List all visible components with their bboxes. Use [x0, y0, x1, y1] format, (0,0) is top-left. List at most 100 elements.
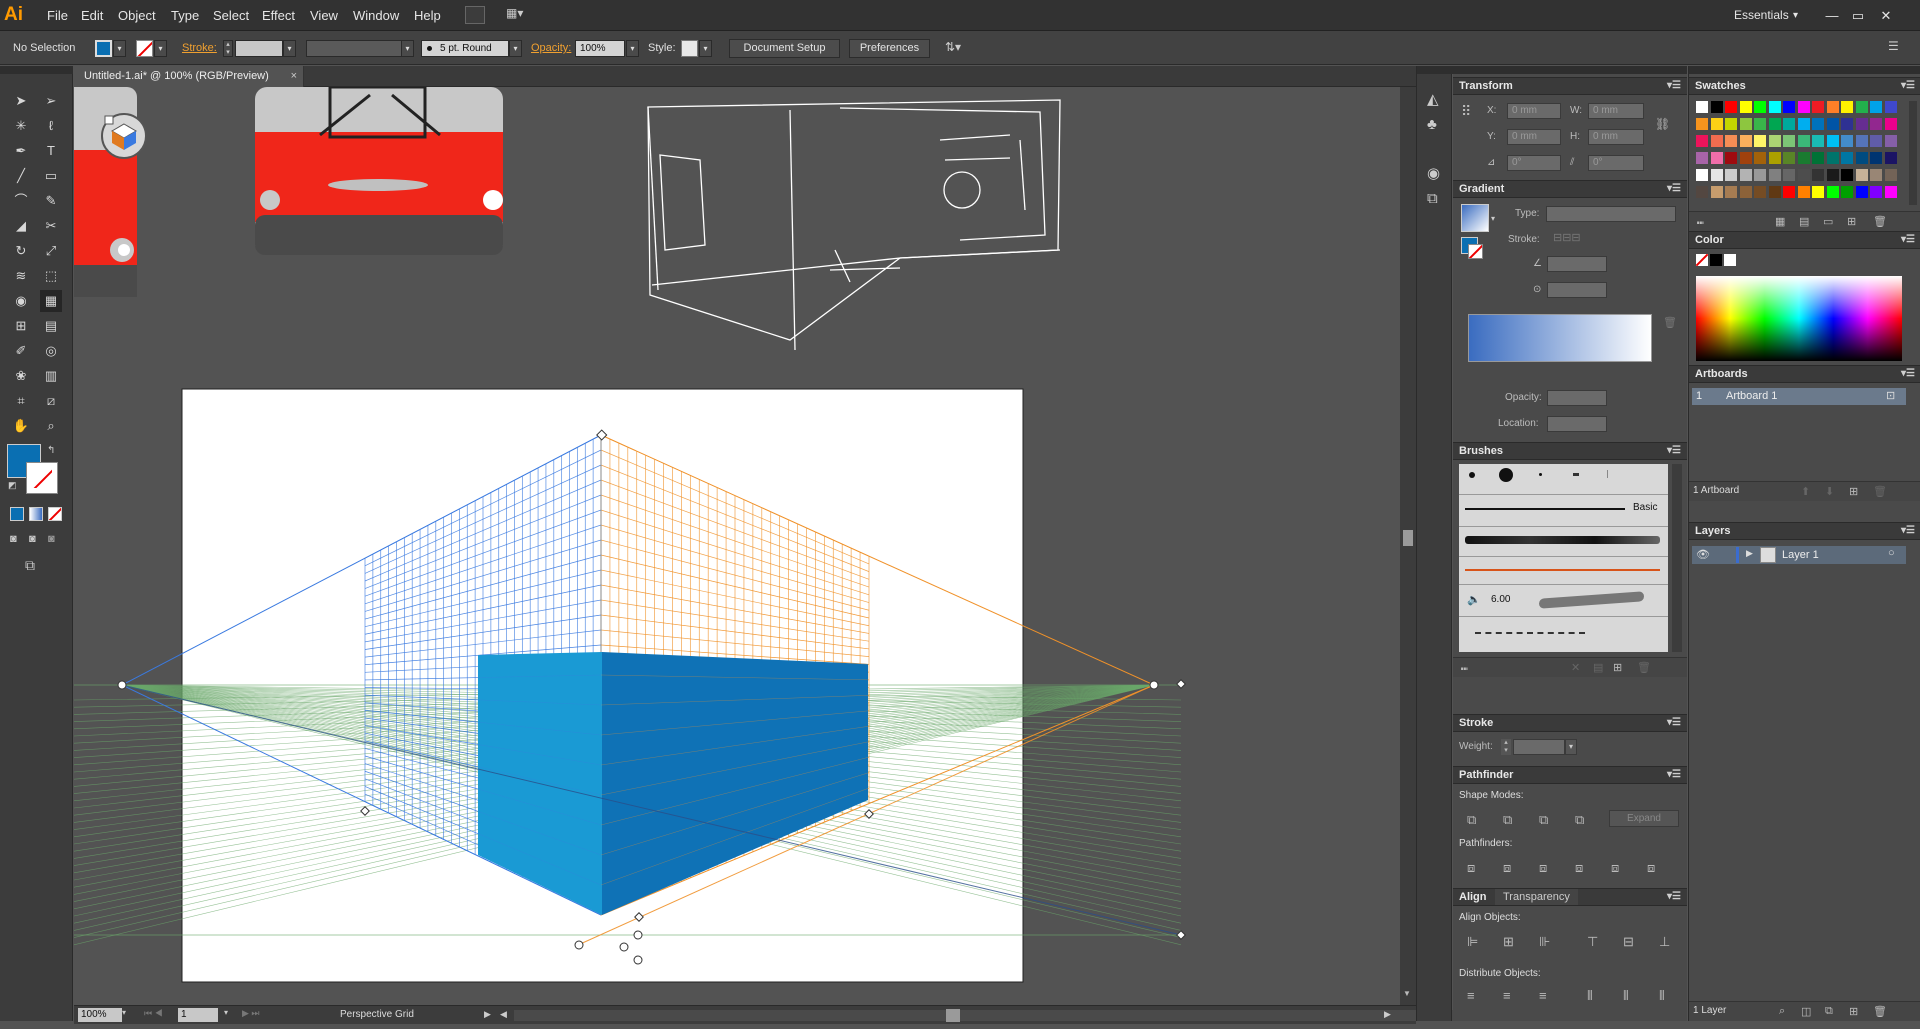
document-setup-button[interactable]: Document Setup	[729, 39, 840, 58]
fill-swatch[interactable]	[95, 40, 112, 57]
panel-column-grip-right[interactable]	[1689, 66, 1920, 74]
swatch-chip[interactable]	[1754, 186, 1766, 198]
swatch-chip[interactable]	[1797, 152, 1810, 164]
arrange-icon[interactable]: ⇅▾	[945, 40, 973, 57]
swatch-chip[interactable]	[1826, 101, 1839, 113]
swatch-chip[interactable]	[1710, 135, 1723, 147]
move-artboard-up-icon[interactable]: ⬆	[1801, 485, 1810, 498]
type-tool-icon[interactable]: T	[40, 140, 62, 162]
perspective-grid-tool-icon[interactable]: ▦	[40, 290, 62, 312]
swatch-chip[interactable]	[1710, 169, 1723, 181]
swatch-chip[interactable]	[1768, 169, 1781, 181]
screen-mode-icon[interactable]: ⧉	[25, 557, 35, 574]
direct-selection-tool-icon[interactable]: ➢	[40, 90, 62, 112]
distribute-horizontal-center-icon[interactable]: ⦀	[1623, 988, 1629, 1004]
new-brush-icon[interactable]: ⊞	[1613, 661, 1622, 674]
new-sublayer-icon[interactable]: ⧉	[1825, 1005, 1833, 1018]
swatch-chip[interactable]	[1812, 152, 1824, 164]
brush-definition[interactable]: 5 pt. Round	[421, 40, 509, 57]
swatch-chip[interactable]	[1826, 152, 1839, 164]
x-field[interactable]: 0 mm	[1507, 103, 1561, 119]
swatch-chip[interactable]	[1841, 118, 1853, 130]
scroll-down-icon[interactable]: ▼	[1403, 989, 1411, 998]
swatch-chip[interactable]	[1870, 169, 1882, 181]
distribute-left-icon[interactable]: ⦀	[1587, 988, 1593, 1004]
swatch-chip[interactable]	[1754, 118, 1766, 130]
swatch-chip[interactable]	[1783, 186, 1795, 198]
line-tool-icon[interactable]: ╱	[10, 165, 32, 187]
free-transform-tool-icon[interactable]: ⬚	[40, 265, 62, 287]
swatch-chip[interactable]	[1826, 186, 1839, 198]
minus-front-icon[interactable]: ⧉	[1503, 812, 1512, 828]
swatch-chip[interactable]	[1826, 169, 1839, 181]
draw-normal-icon[interactable]: ◙	[10, 533, 17, 545]
swatch-chip[interactable]	[1783, 101, 1795, 113]
artboard-row[interactable]: 1 Artboard 1 ⊡	[1692, 388, 1906, 405]
brush-options-icon[interactable]: ▤	[1593, 661, 1603, 674]
minus-back-icon[interactable]: ⧈	[1647, 860, 1655, 876]
swatch-chip[interactable]	[1783, 169, 1795, 181]
swatch-chip[interactable]	[1739, 135, 1752, 147]
layer-row[interactable]: 👁 ▶ Layer 1 ○	[1692, 546, 1906, 564]
swatch-chip[interactable]	[1696, 169, 1708, 181]
swatch-chip[interactable]	[1725, 186, 1737, 198]
swatch-chip[interactable]	[1812, 101, 1824, 113]
swatch-chip[interactable]	[1841, 169, 1853, 181]
none-mode-icon[interactable]	[48, 507, 62, 521]
column-graph-tool-icon[interactable]: ▥	[40, 365, 62, 387]
status-menu-icon[interactable]: ▶	[484, 1009, 491, 1020]
swatch-chip[interactable]	[1710, 101, 1723, 113]
swatch-chip[interactable]	[1696, 152, 1708, 164]
layers-panel-header[interactable]: Layers ▾☰	[1689, 522, 1920, 540]
panel-menu-icon[interactable]: ▾☰	[1667, 715, 1681, 731]
opacity-field[interactable]: 100%	[575, 40, 625, 57]
dock-grip[interactable]	[1417, 66, 1453, 74]
scroll-right-icon[interactable]: ▶	[1384, 1009, 1391, 1020]
document-tab[interactable]: Untitled-1.ai* @ 100% (RGB/Preview) ×	[74, 66, 304, 87]
style-dropdown[interactable]: ▾	[699, 40, 712, 57]
swatch-chip[interactable]	[1768, 118, 1781, 130]
vertical-scroll-thumb[interactable]	[1403, 530, 1413, 546]
basic-brush-stroke[interactable]	[1465, 508, 1625, 510]
brush-calligraphic[interactable]	[1573, 473, 1579, 476]
paintbrush-tool-icon[interactable]: ⌒	[10, 190, 32, 212]
menu-type[interactable]: Type	[171, 0, 199, 31]
h-field[interactable]: 0 mm	[1588, 129, 1644, 145]
new-color-group-icon[interactable]: ▭	[1823, 215, 1833, 228]
swatch-chip[interactable]	[1754, 101, 1766, 113]
graphic-style-swatch[interactable]	[681, 40, 698, 57]
symbols-panel-icon[interactable]: ♣	[1427, 116, 1437, 133]
gradient-preview-dropdown-icon[interactable]: ▾	[1491, 214, 1495, 223]
swatch-chip[interactable]	[1855, 101, 1868, 113]
remove-brush-stroke-icon[interactable]: ✕	[1571, 661, 1580, 674]
swatch-chip[interactable]	[1739, 169, 1752, 181]
symbol-sprayer-tool-icon[interactable]: ❀	[10, 365, 32, 387]
swatch-chip[interactable]	[1783, 135, 1795, 147]
gradient-mode-icon[interactable]	[29, 507, 43, 521]
shear-field[interactable]: 0°	[1588, 155, 1644, 171]
swatch-chip[interactable]	[1797, 169, 1810, 181]
gradient-angle-field[interactable]	[1547, 256, 1607, 272]
swatch-chip[interactable]	[1739, 101, 1752, 113]
swatches-panel-header[interactable]: Swatches ▾☰	[1689, 77, 1920, 95]
blob-brush-tool-icon[interactable]: ◢	[10, 215, 32, 237]
brush-dot-small[interactable]	[1469, 472, 1475, 478]
visibility-eye-icon[interactable]: 👁	[1696, 548, 1710, 561]
opacity-dropdown[interactable]: ▾	[626, 40, 639, 57]
eyedropper-tool-icon[interactable]: ✐	[10, 340, 32, 362]
color-mode-icon[interactable]	[10, 507, 24, 521]
swatch-chip[interactable]	[1812, 118, 1824, 130]
align-horizontal-center-icon[interactable]: ⊞	[1503, 934, 1514, 950]
panel-column-grip[interactable]	[1453, 66, 1687, 74]
slice-tool-icon[interactable]: ⧄	[40, 390, 62, 412]
artboards-panel-header[interactable]: Artboards ▾☰	[1689, 365, 1920, 383]
swatch-chip[interactable]	[1870, 186, 1882, 198]
brush-dot-large[interactable]	[1499, 468, 1513, 482]
w-field[interactable]: 0 mm	[1588, 103, 1644, 119]
align-left-icon[interactable]: ⊫	[1467, 934, 1478, 950]
scale-tool-icon[interactable]: ⤢	[40, 240, 62, 262]
reference-point-icon[interactable]: ⠿	[1461, 103, 1471, 120]
menu-effect[interactable]: Effect	[262, 0, 295, 31]
color-white-swatch[interactable]	[1724, 254, 1736, 266]
control-panel-menu-icon[interactable]: ☰	[1888, 39, 1899, 53]
